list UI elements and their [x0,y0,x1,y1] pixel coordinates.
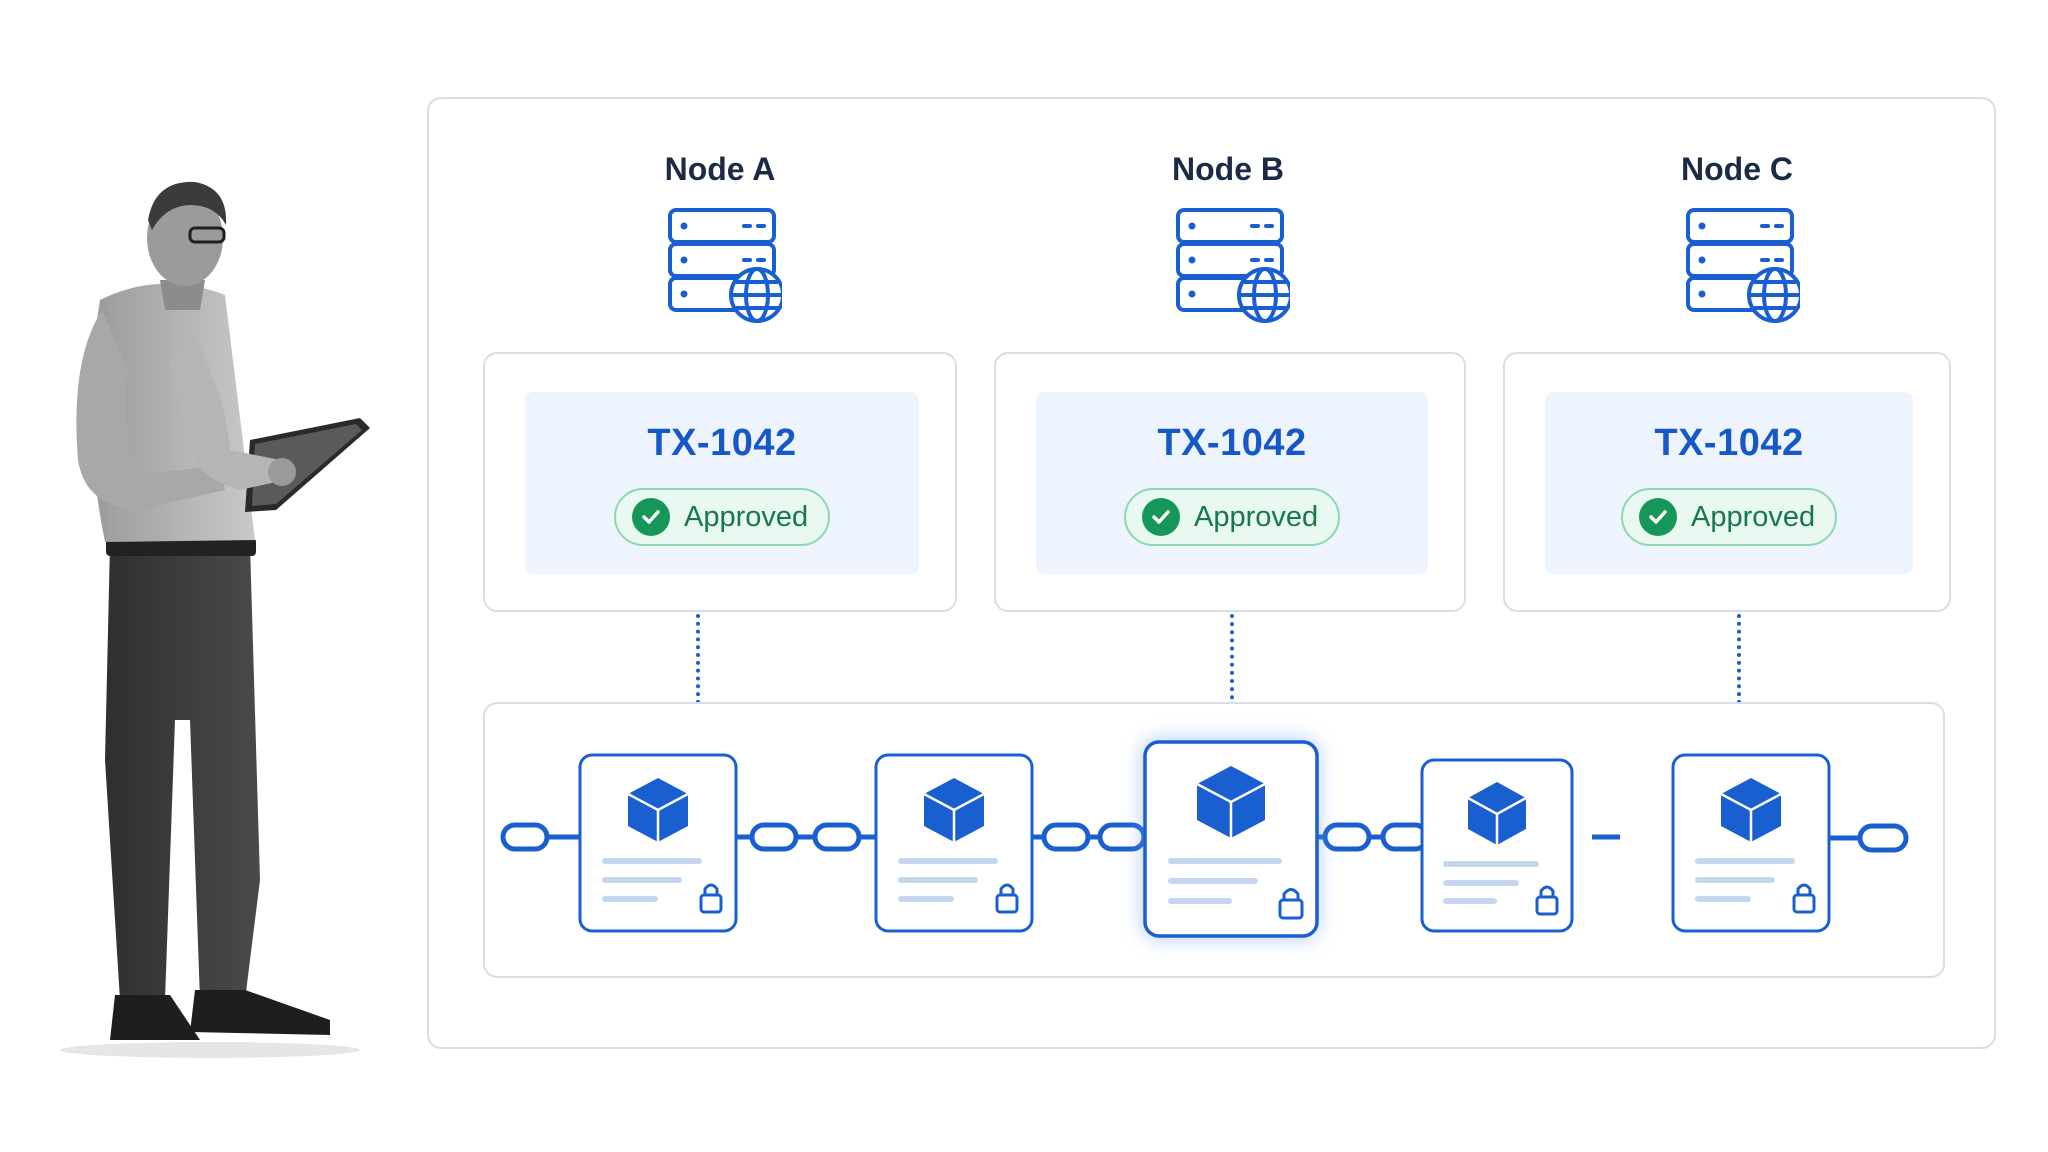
blockchain-chain [500,740,1909,938]
block-2 [874,753,1034,933]
chain-link-icon [1031,822,1147,852]
chain-link-icon [500,822,580,852]
block-4 [1420,758,1574,933]
chain-link-icon [736,822,875,852]
chain-link-icon [1318,822,1432,852]
block-5 [1671,753,1831,933]
block-3-highlighted [1143,740,1319,938]
block-1 [578,753,738,933]
